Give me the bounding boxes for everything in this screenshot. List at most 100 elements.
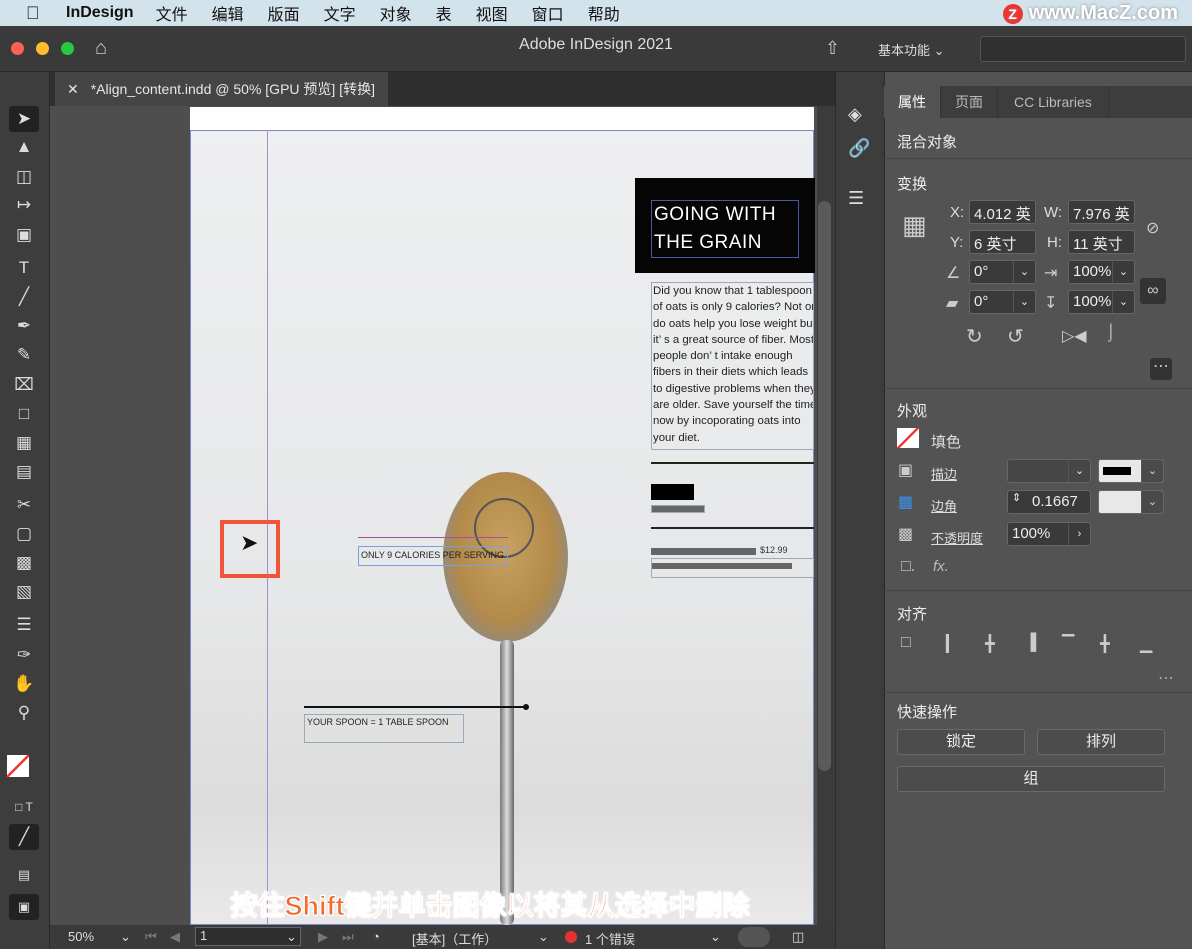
fill-label[interactable]: 填色 (931, 431, 961, 452)
chevron-down-icon[interactable]: ⌄ (1112, 261, 1134, 283)
menu-layout[interactable]: 版面 (268, 1, 300, 25)
chevron-down-icon[interactable]: ⌄ (1013, 291, 1035, 313)
table-tool-icon[interactable]: ▦ (9, 430, 39, 456)
free-transform-tool-icon[interactable]: ▢ (9, 521, 39, 547)
calories-text-frame[interactable]: ONLY 9 CALORIES PER SERVING (358, 546, 508, 566)
close-tab-icon[interactable]: ✕ (67, 81, 79, 98)
gradient-feather-tool-icon[interactable]: ▧ (9, 579, 39, 605)
align-left-icon[interactable]: ▎ (946, 634, 958, 654)
zoom-tool-icon[interactable]: ⚲ (9, 700, 39, 726)
pen-tool-icon[interactable]: ✒ (9, 313, 39, 339)
reference-point-icon[interactable]: ▦ (902, 210, 927, 241)
menu-table[interactable]: 表 (436, 1, 452, 25)
split-view-icon[interactable]: ◫ (792, 929, 804, 945)
stepper-icon[interactable]: ⇕ (1012, 491, 1021, 504)
menu-help[interactable]: 帮助 (588, 1, 620, 25)
chevron-down-icon[interactable]: ⌄ (1068, 460, 1090, 482)
links-icon[interactable]: 🔗 (848, 138, 870, 159)
menu-view[interactable]: 视图 (476, 1, 508, 25)
vertical-scrollbar[interactable] (817, 106, 833, 925)
stroke-weight-field[interactable]: ⌄ (1007, 459, 1091, 483)
gap-tool-icon[interactable]: ↦ (9, 192, 39, 218)
line-tool-icon[interactable]: ╱ (9, 284, 39, 310)
menu-edit[interactable]: 编辑 (212, 1, 244, 25)
type-tool-icon[interactable]: T (9, 255, 39, 281)
chevron-down-icon[interactable]: ⌄ (538, 929, 549, 945)
align-right-icon[interactable]: ▐ (1025, 634, 1036, 652)
pencil-tool-icon[interactable]: ✎ (9, 342, 39, 368)
chevron-down-icon[interactable]: ⌄ (710, 929, 721, 945)
preflight-profile[interactable]: [基本]（工作） (412, 929, 497, 948)
menu-file[interactable]: 文件 (156, 1, 188, 25)
scrollbar-thumb[interactable] (818, 201, 831, 771)
flip-horizontal-icon[interactable]: ▷◀ (1062, 326, 1087, 346)
align-horizontal-center-icon[interactable]: ╋ (985, 634, 995, 654)
content-collector-icon[interactable]: ▣ (9, 222, 39, 248)
body-text-frame[interactable]: Did you know that 1 tablespoon of oats i… (651, 282, 814, 450)
h-field[interactable]: 11 英寸 (1068, 230, 1135, 254)
tab-pages[interactable]: 页面 (941, 86, 998, 118)
opacity-field[interactable]: 100% › (1007, 522, 1091, 546)
frame-fitting-icon[interactable]: □. (901, 558, 915, 576)
search-input[interactable] (980, 36, 1186, 62)
next-page-icon[interactable]: ▶ (318, 929, 328, 945)
share-icon[interactable]: ⇧ (825, 38, 840, 59)
chevron-down-icon[interactable]: ⌄ (286, 929, 297, 945)
shear-field[interactable]: 0° ⌄ (969, 290, 1036, 314)
grid-tool-icon[interactable]: ▤ (9, 459, 39, 485)
x-field[interactable]: 4.012 英 (969, 200, 1036, 224)
stroke-type-dropdown[interactable]: ⌄ (1098, 459, 1164, 483)
group-button[interactable]: 组 (897, 766, 1165, 792)
menu-object[interactable]: 对象 (380, 1, 412, 25)
link-scale-icon[interactable]: ∞ (1140, 278, 1166, 304)
align-to-selection-icon[interactable]: □ (901, 634, 911, 652)
w-field[interactable]: 7.976 英 (1068, 200, 1135, 224)
align-vertical-center-icon[interactable]: ╋ (1100, 634, 1110, 654)
error-count[interactable]: 1 个错误 (585, 929, 635, 948)
apply-none-icon[interactable]: ╱ (9, 824, 39, 850)
fill-swatch-icon[interactable] (7, 755, 29, 777)
arrange-button[interactable]: 排列 (1037, 729, 1165, 755)
rectangle-tool-icon[interactable]: □ (9, 401, 39, 427)
lock-button[interactable]: 锁定 (897, 729, 1025, 755)
first-page-icon[interactable]: ⏮ (145, 929, 157, 945)
workspace-switcher[interactable]: 基本功能 ⌄ (878, 40, 945, 59)
menu-type[interactable]: 文字 (324, 1, 356, 25)
zoom-level[interactable]: 50% (68, 929, 94, 944)
tab-properties[interactable]: 属性 (884, 86, 941, 118)
direct-selection-tool-icon[interactable]: ▲ (9, 134, 39, 160)
y-field[interactable]: 6 英寸 (969, 230, 1036, 254)
corner-size-field[interactable]: ⇕ 0.1667 (1007, 490, 1091, 514)
page-tool-icon[interactable]: ◫ (9, 164, 39, 190)
chevron-right-icon[interactable]: › (1068, 523, 1090, 545)
gradient-swatch-tool-icon[interactable]: ▩ (9, 550, 39, 576)
rotate-counterclockwise-icon[interactable]: ↺ (1007, 324, 1024, 349)
fill-swatch-icon[interactable] (897, 428, 919, 448)
chevron-down-icon[interactable]: ⌄ (1112, 291, 1134, 313)
chevron-down-icon[interactable]: ⌄ (1141, 491, 1163, 513)
more-align-options-icon[interactable]: ⋯ (1158, 668, 1174, 688)
scale-x-field[interactable]: 100% ⌄ (1068, 260, 1135, 284)
preflight-icon[interactable]: ◔ (372, 929, 380, 944)
spoon-text-frame[interactable]: YOUR SPOON = 1 TABLE SPOON (304, 714, 464, 743)
formatting-container-icon[interactable]: □ T (9, 794, 39, 820)
eyedropper-tool-icon[interactable]: ✑ (9, 642, 39, 668)
effects-button[interactable]: fx. (933, 558, 949, 575)
selection-tool-icon[interactable]: ➤ (9, 106, 39, 132)
menu-window[interactable]: 窗口 (532, 1, 564, 25)
rectangle-frame-tool-icon[interactable]: ⌧ (9, 372, 39, 398)
rotation-field[interactable]: 0° ⌄ (969, 260, 1036, 284)
scale-y-field[interactable]: 100% ⌄ (1068, 290, 1135, 314)
tab-cc-libraries[interactable]: CC Libraries (998, 86, 1109, 118)
chevron-down-icon[interactable]: ⌄ (120, 929, 131, 945)
corner-shape-dropdown[interactable]: ⌄ (1098, 490, 1164, 514)
price-frame[interactable] (651, 558, 814, 578)
flip-vertical-icon[interactable]: ⌡ (1106, 324, 1116, 342)
prev-page-icon[interactable]: ◀ (170, 929, 180, 945)
toggle-button[interactable] (738, 927, 770, 947)
apple-icon[interactable]:  (26, 3, 42, 24)
document-tab[interactable]: ✕ *Align_content.indd @ 50% [GPU 预览] [转换… (55, 72, 388, 106)
chevron-down-icon[interactable]: ⌄ (1013, 261, 1035, 283)
chevron-down-icon[interactable]: ⌄ (1141, 460, 1163, 482)
hand-tool-icon[interactable]: ✋ (9, 671, 39, 697)
